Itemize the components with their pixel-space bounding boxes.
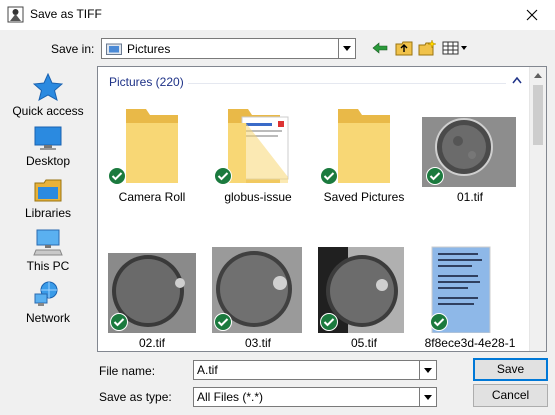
sync-check-icon bbox=[214, 167, 232, 185]
new-folder-button[interactable] bbox=[417, 38, 437, 58]
chevron-up-icon[interactable] bbox=[512, 76, 522, 84]
file-list[interactable]: Pictures (220) Camera Roll globus-issue … bbox=[97, 66, 547, 352]
close-icon bbox=[526, 9, 538, 21]
file-item-label: globus-issue bbox=[224, 190, 292, 204]
place-label: Libraries bbox=[24, 206, 72, 220]
place-libraries[interactable]: Libraries bbox=[8, 177, 88, 220]
up-folder-button[interactable] bbox=[394, 38, 414, 58]
save-in-label: Save in: bbox=[51, 42, 95, 56]
vertical-scrollbar[interactable] bbox=[529, 67, 546, 351]
file-item-8f8ece3d[interactable]: 8f8ece3d-4e28-1 bbox=[420, 245, 520, 350]
back-arrow-icon bbox=[372, 42, 388, 54]
save-as-type-label: Save as type: bbox=[99, 390, 172, 404]
file-name-dropdown-arrow[interactable] bbox=[419, 361, 436, 379]
chevron-down-icon bbox=[424, 394, 432, 400]
star-icon bbox=[33, 73, 63, 101]
place-label: This PC bbox=[26, 259, 70, 273]
view-menu-button[interactable] bbox=[441, 38, 469, 58]
file-item-label: 05.tif bbox=[350, 336, 377, 350]
group-divider bbox=[188, 83, 506, 84]
place-quick-access[interactable]: Quick access bbox=[8, 73, 88, 118]
file-item-camera-roll[interactable]: Camera Roll bbox=[102, 99, 202, 204]
file-item-02-tif[interactable]: 02.tif bbox=[102, 245, 202, 350]
cancel-button[interactable]: Cancel bbox=[473, 384, 548, 407]
file-item-label: 02.tif bbox=[138, 336, 165, 350]
file-item-01-tif[interactable]: 01.tif bbox=[420, 99, 520, 204]
place-label: Desktop bbox=[25, 154, 71, 168]
new-folder-icon bbox=[418, 40, 436, 56]
places-bar: Quick access Desktop Libraries This PC N… bbox=[8, 67, 88, 350]
file-item-globus-issue[interactable]: globus-issue bbox=[208, 99, 308, 204]
scrollbar-thumb[interactable] bbox=[533, 85, 543, 145]
place-label: Quick access bbox=[12, 104, 84, 118]
sync-check-icon bbox=[320, 167, 338, 185]
sync-check-icon bbox=[110, 313, 128, 331]
group-header[interactable]: Pictures (220) bbox=[109, 75, 184, 89]
sync-check-icon bbox=[108, 167, 126, 185]
sync-check-icon bbox=[426, 167, 444, 185]
file-name-label: File name: bbox=[99, 364, 156, 378]
file-item-03-tif[interactable]: 03.tif bbox=[208, 245, 308, 350]
libraries-icon bbox=[34, 179, 62, 202]
sync-check-icon bbox=[214, 313, 232, 331]
sync-check-icon bbox=[320, 313, 338, 331]
view-menu-icon bbox=[442, 41, 467, 55]
place-network[interactable]: Network bbox=[8, 280, 88, 325]
scroll-up-button[interactable] bbox=[530, 67, 546, 84]
place-this-pc[interactable]: This PC bbox=[8, 228, 88, 273]
pictures-folder-icon bbox=[106, 43, 122, 55]
save-in-value: Pictures bbox=[127, 41, 171, 56]
place-label: Network bbox=[25, 311, 70, 325]
window-title: Save as TIFF bbox=[30, 7, 102, 21]
chevron-down-icon bbox=[343, 46, 351, 51]
save-as-type-dropdown[interactable]: All Files (*.*) bbox=[193, 387, 437, 407]
file-item-label: 8f8ece3d-4e28-1 bbox=[424, 336, 516, 350]
up-folder-icon bbox=[395, 41, 413, 56]
save-button[interactable]: Save bbox=[473, 358, 548, 381]
file-item-05-tif[interactable]: 05.tif bbox=[314, 245, 414, 350]
back-button[interactable] bbox=[371, 38, 389, 58]
close-button[interactable] bbox=[509, 0, 555, 30]
file-item-saved-pictures[interactable]: Saved Pictures bbox=[314, 99, 414, 204]
file-name-input[interactable]: A.tif bbox=[193, 360, 437, 380]
file-item-label: 03.tif bbox=[244, 336, 271, 350]
network-icon bbox=[34, 281, 58, 306]
place-desktop[interactable]: Desktop bbox=[8, 125, 88, 168]
sync-check-icon bbox=[430, 313, 448, 331]
file-name-value: A.tif bbox=[197, 363, 218, 377]
save-in-dropdown-arrow[interactable] bbox=[338, 39, 355, 58]
computer-icon bbox=[33, 229, 63, 256]
chevron-down-icon bbox=[424, 367, 432, 373]
save-as-type-value: All Files (*.*) bbox=[197, 390, 264, 404]
desktop-icon bbox=[34, 126, 62, 150]
save-in-dropdown[interactable]: Pictures bbox=[101, 38, 356, 59]
file-item-label: Saved Pictures bbox=[323, 190, 405, 204]
title-bar: Save as TIFF bbox=[0, 0, 555, 30]
chevron-up-icon bbox=[534, 73, 542, 78]
file-item-label: Camera Roll bbox=[118, 190, 186, 204]
file-item-label: 01.tif bbox=[456, 190, 483, 204]
app-icon bbox=[7, 6, 24, 23]
save-as-type-dropdown-arrow[interactable] bbox=[419, 388, 436, 406]
